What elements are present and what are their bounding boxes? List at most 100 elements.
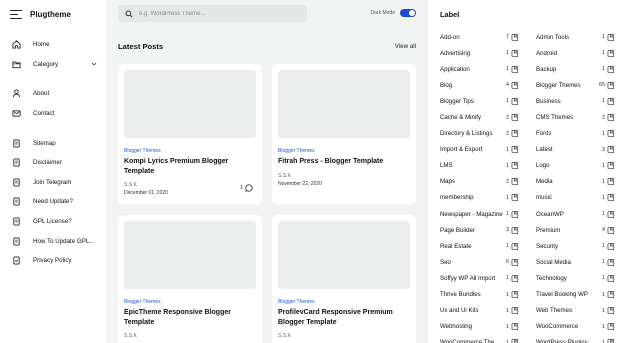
label-count: 3: [602, 146, 605, 153]
folder-icon: [12, 61, 21, 68]
label-item[interactable]: Cache & Minify 2: [440, 109, 519, 125]
label-item[interactable]: Web Themes 1: [536, 303, 615, 319]
sidebar-item-sitemap[interactable]: Sitemap: [0, 133, 106, 153]
label-item[interactable]: Blogger Themes 65: [536, 77, 615, 93]
label-count: 1: [506, 275, 509, 282]
sidebar-item-home[interactable]: Home: [0, 35, 106, 55]
post-card[interactable]: Blogger Themes Fitrah Press - Blogger Te…: [272, 64, 416, 205]
label-item[interactable]: Maps 2: [440, 174, 519, 190]
bookmark-icon: [607, 226, 615, 234]
label-name: Advertising: [440, 49, 471, 57]
label-item[interactable]: OceanWP 1: [536, 206, 615, 222]
bookmark-icon: [607, 49, 615, 57]
post-title[interactable]: EpicTheme Responsive Blogger Template: [124, 308, 256, 327]
hamburger-menu-icon[interactable]: [10, 9, 22, 19]
sidebar-item-category[interactable]: Category: [0, 55, 106, 75]
label-name: Technology: [536, 274, 567, 282]
label-item[interactable]: Business 1: [536, 93, 615, 109]
label-count: 6: [506, 259, 509, 266]
label-item[interactable]: Android 1: [536, 45, 615, 61]
label-name: Blog: [440, 81, 453, 89]
label-item[interactable]: Application 1: [440, 61, 519, 77]
sidebar-item-about[interactable]: About: [0, 84, 106, 104]
label-item[interactable]: Security 1: [536, 238, 615, 254]
label-item[interactable]: Premium 4: [536, 222, 615, 238]
label-item[interactable]: Travel Booking WP 1: [536, 287, 615, 303]
post-title[interactable]: Kompi Lyrics Premium Blogger Template: [124, 157, 256, 176]
sidebar-item-label: Need Update?: [33, 198, 73, 206]
sidebar-item-contact[interactable]: Contact: [0, 104, 106, 124]
post-card[interactable]: Blogger Themes ProfilevCard Responsive P…: [272, 215, 416, 343]
sidebar-item-label: GPL License?: [33, 218, 72, 226]
search-bar[interactable]: [118, 5, 307, 22]
label-item[interactable]: Latest 3: [536, 142, 615, 158]
post-category[interactable]: Blogger Themes: [278, 148, 410, 154]
search-input[interactable]: [139, 10, 299, 17]
bookmark-icon: [511, 130, 519, 138]
post-category[interactable]: Blogger Themes: [278, 299, 410, 305]
post-thumbnail[interactable]: [278, 221, 410, 289]
label-item[interactable]: Thrive Bundles 1: [440, 287, 519, 303]
label-name: Social Media: [536, 258, 571, 266]
label-name: Premium: [536, 226, 561, 234]
post-thumbnail[interactable]: [278, 70, 410, 138]
label-item[interactable]: LMS 1: [440, 158, 519, 174]
label-item[interactable]: Blog 4: [440, 77, 519, 93]
comment-count[interactable]: 1: [240, 184, 253, 192]
label-count: 1: [602, 66, 605, 73]
label-name: OceanWP: [536, 210, 564, 218]
label-count: 1: [602, 323, 605, 330]
post-thumbnail[interactable]: [124, 221, 256, 289]
post-title[interactable]: Fitrah Press - Blogger Template: [278, 157, 410, 167]
sidebar-item-label: Category: [33, 60, 59, 68]
post-date: November 22, 2020: [278, 180, 322, 187]
label-item[interactable]: Admin Tools 1: [536, 29, 615, 45]
bookmark-icon: [607, 162, 615, 170]
post-category[interactable]: Blogger Themes: [124, 299, 256, 305]
label-item[interactable]: Add-on 7: [440, 29, 519, 45]
sidebar-item-disclaimer[interactable]: Disclaimer: [0, 153, 106, 173]
label-item[interactable]: Social Media 1: [536, 254, 615, 270]
sidebar-item-privacy-policy[interactable]: Privacy Policy: [0, 251, 106, 271]
label-item[interactable]: Real Estate 1: [440, 238, 519, 254]
post-title[interactable]: ProfilevCard Responsive Premium Blogger …: [278, 308, 410, 327]
bookmark-icon: [607, 146, 615, 154]
label-name: Logo: [536, 162, 550, 170]
sidebar-item-join-telegram[interactable]: Join Telegram: [0, 173, 106, 193]
post-card[interactable]: Blogger Themes Kompi Lyrics Premium Blog…: [118, 64, 262, 205]
label-item[interactable]: Page Builder 3: [440, 222, 519, 238]
label-item[interactable]: CMS Themes 2: [536, 109, 615, 125]
label-count: 1: [506, 98, 509, 105]
label-item[interactable]: WordPress Plugins 1: [536, 335, 615, 343]
label-item[interactable]: Blogger Tips 1: [440, 93, 519, 109]
label-name: Soffyy WP All Import: [440, 274, 496, 282]
label-item[interactable]: Seo 6: [440, 254, 519, 270]
brand-name[interactable]: Plugtheme: [30, 10, 71, 19]
label-item[interactable]: membership 1: [440, 190, 519, 206]
view-all-link[interactable]: View all: [395, 43, 416, 50]
dark-mode-toggle[interactable]: [400, 9, 416, 17]
label-item[interactable]: WooCommerce Themes 1: [440, 335, 519, 343]
label-item[interactable]: Fonts 1: [536, 126, 615, 142]
sidebar-item-how-to-update-gpl[interactable]: How To Update GPL...: [0, 231, 106, 251]
label-item[interactable]: Logo 1: [536, 158, 615, 174]
label-item[interactable]: WooCommerce 1: [536, 319, 615, 335]
label-item[interactable]: Ux and Ui Kits 1: [440, 303, 519, 319]
label-item[interactable]: Technology 1: [536, 270, 615, 286]
label-item[interactable]: music 1: [536, 190, 615, 206]
label-item[interactable]: Webhosting 1: [440, 319, 519, 335]
post-category[interactable]: Blogger Themes: [124, 148, 256, 154]
label-item[interactable]: Soffyy WP All Import 1: [440, 270, 519, 286]
post-card[interactable]: Blogger Themes EpicTheme Responsive Blog…: [118, 215, 262, 343]
label-item[interactable]: Directory & Listings 2: [440, 126, 519, 142]
label-item[interactable]: Backup 1: [536, 61, 615, 77]
label-item[interactable]: Advertising 1: [440, 45, 519, 61]
post-thumbnail[interactable]: [124, 70, 256, 138]
sidebar-item-need-update[interactable]: Need Update?: [0, 192, 106, 212]
page-icon: [13, 217, 20, 226]
label-item[interactable]: Media 1: [536, 174, 615, 190]
sidebar-item-gpl-license[interactable]: GPL License?: [0, 212, 106, 232]
label-item[interactable]: Import & Export 1: [440, 142, 519, 158]
page-check-icon: [13, 256, 20, 265]
label-item[interactable]: Newspaper - Magazine 1: [440, 206, 519, 222]
